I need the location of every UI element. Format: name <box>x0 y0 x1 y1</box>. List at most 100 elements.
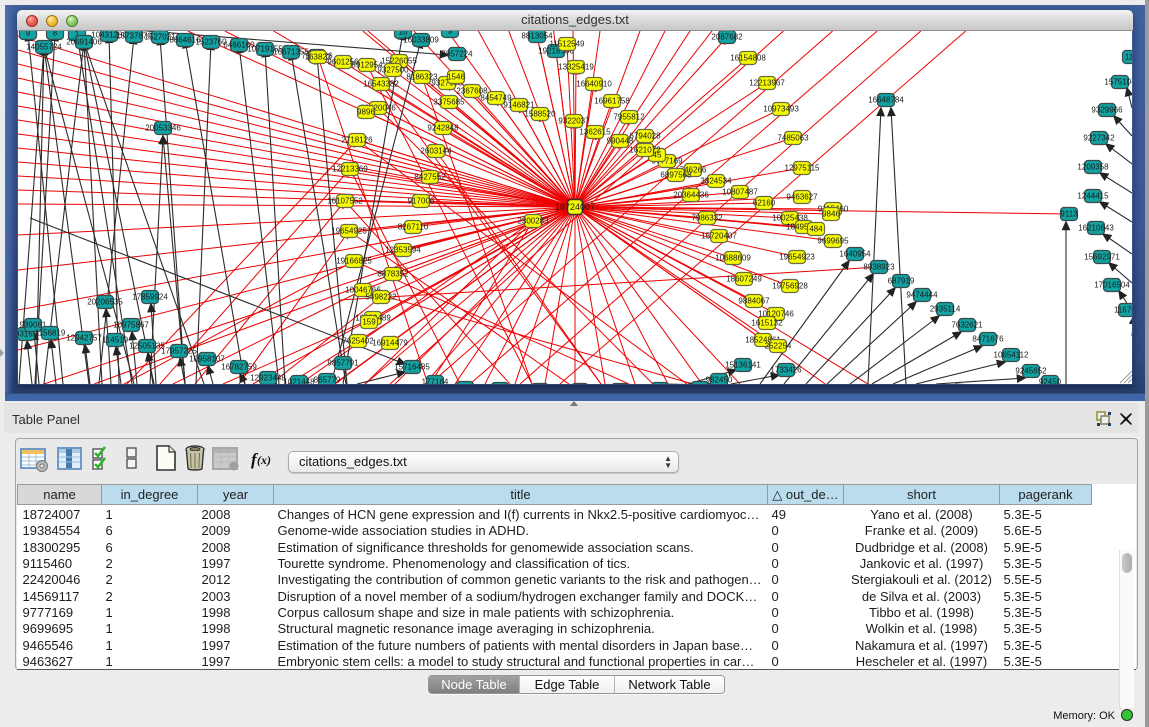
svg-text:2718126: 2718126 <box>341 136 373 145</box>
svg-text:7955812: 7955812 <box>613 113 645 122</box>
svg-text:12505135: 12505135 <box>129 342 165 351</box>
svg-text:8: 8 <box>53 31 58 38</box>
svg-text:111: 111 <box>1125 53 1132 62</box>
svg-text:2935114: 2935114 <box>930 305 961 314</box>
svg-text:15136141: 15136141 <box>725 361 761 370</box>
svg-text:15716485: 15716485 <box>394 363 430 372</box>
svg-text:10973493: 10973493 <box>763 105 799 114</box>
svg-text:9: 9 <box>463 384 468 385</box>
svg-text:9: 9 <box>26 31 31 38</box>
svg-text:114519: 114519 <box>102 336 129 345</box>
svg-text:917006: 917006 <box>408 197 435 206</box>
svg-text:1021448: 1021448 <box>283 378 315 385</box>
svg-text:1615132: 1615132 <box>751 319 783 328</box>
svg-text:6794028: 6794028 <box>629 132 661 141</box>
svg-text:159: 159 <box>362 318 376 327</box>
svg-text:1640954: 1640954 <box>839 250 871 259</box>
svg-text:1733426: 1733426 <box>770 366 802 375</box>
svg-text:8813054: 8813054 <box>521 32 553 41</box>
svg-text:8938923: 8938923 <box>863 263 895 272</box>
svg-text:990448: 990448 <box>607 137 634 146</box>
svg-text:14055724: 14055724 <box>26 43 62 52</box>
svg-text:9329966: 9329966 <box>1091 106 1123 115</box>
svg-text:3824534: 3824534 <box>700 177 732 186</box>
svg-text:1621072: 1621072 <box>629 146 661 155</box>
svg-text:16543382: 16543382 <box>363 80 399 89</box>
svg-text:19654925: 19654925 <box>331 227 367 236</box>
svg-text:62160: 62160 <box>753 199 776 208</box>
svg-text:9245652: 9245652 <box>1015 367 1047 376</box>
svg-text:9857791: 9857791 <box>327 359 359 368</box>
svg-text:9846: 9846 <box>822 210 840 219</box>
svg-text:8878352: 8878352 <box>377 270 409 279</box>
svg-text:1244415: 1244415 <box>1077 192 1109 201</box>
svg-text:1546: 1546 <box>447 73 465 82</box>
svg-text:96: 96 <box>696 384 705 385</box>
svg-text:20691406: 20691406 <box>66 38 102 47</box>
svg-text:20053346: 20053346 <box>145 124 181 133</box>
svg-text:9: 9 <box>448 31 453 36</box>
svg-text:16648784: 16648784 <box>868 96 904 105</box>
svg-text:9146821: 9146821 <box>503 101 535 110</box>
svg-text:3375685: 3375685 <box>433 98 465 107</box>
svg-text:16914479: 16914479 <box>372 339 408 348</box>
svg-text:9242848: 9242848 <box>427 124 459 133</box>
svg-text:9474444: 9474444 <box>906 291 938 300</box>
svg-text:7857224: 7857224 <box>441 50 473 59</box>
svg-text:2603144: 2603144 <box>420 147 452 156</box>
svg-text:16640910: 16640910 <box>576 80 612 89</box>
svg-text:19756928: 19756928 <box>772 282 808 291</box>
svg-text:20206535: 20206535 <box>87 298 123 307</box>
svg-text:7986332: 7986332 <box>691 214 723 223</box>
svg-text:1575107: 1575107 <box>1104 78 1132 87</box>
svg-text:12353594: 12353594 <box>385 246 421 255</box>
svg-text:1156819: 1156819 <box>35 329 66 338</box>
svg-text:15692971: 15692971 <box>1084 253 1120 262</box>
svg-text:9896: 9896 <box>357 108 375 117</box>
svg-text:252254: 252254 <box>765 342 792 351</box>
svg-text:12213369: 12213369 <box>332 165 368 174</box>
svg-text:9322037: 9322037 <box>558 117 590 126</box>
svg-text:9699695: 9699695 <box>817 237 849 246</box>
svg-text:1523760: 1523760 <box>195 38 227 47</box>
svg-text:16154808: 16154808 <box>730 54 766 63</box>
svg-text:865779: 865779 <box>314 376 341 385</box>
svg-text:19166825: 19166825 <box>336 257 372 266</box>
svg-text:7632621: 7632621 <box>951 321 983 330</box>
svg-text:16107552: 16107552 <box>327 197 363 206</box>
svg-text:9327500: 9327500 <box>377 66 409 75</box>
svg-text:7485063: 7485063 <box>777 134 809 143</box>
svg-text:16033809: 16033809 <box>403 36 439 45</box>
svg-text:1209358: 1209358 <box>1077 163 1109 172</box>
svg-text:18607249: 18607249 <box>726 275 762 284</box>
svg-text:16210643: 16210643 <box>1078 224 1114 233</box>
svg-text:10958107: 10958107 <box>189 355 225 364</box>
svg-text:5498222: 5498222 <box>365 293 397 302</box>
svg-text:10654112: 10654112 <box>994 351 1030 360</box>
svg-text:177164: 177164 <box>422 378 449 385</box>
svg-text:1588520: 1588520 <box>524 110 556 119</box>
svg-text:11512549: 11512549 <box>550 40 586 49</box>
svg-text:20364436: 20364436 <box>673 191 709 200</box>
svg-text:10975867: 10975867 <box>113 321 149 330</box>
svg-text:19654923: 19654923 <box>779 253 815 262</box>
svg-text:10688609: 10688609 <box>715 254 751 263</box>
svg-text:13325419: 13325419 <box>558 63 594 72</box>
svg-text:15720407: 15720407 <box>701 232 737 241</box>
svg-text:982450: 982450 <box>706 376 733 385</box>
svg-text:1362615: 1362615 <box>579 128 611 137</box>
svg-text:8427552: 8427552 <box>414 173 446 182</box>
svg-text:484: 484 <box>809 225 823 234</box>
svg-text:16961758: 16961758 <box>594 97 630 106</box>
svg-text:9463627: 9463627 <box>786 193 818 202</box>
svg-text:8267110: 8267110 <box>398 223 429 232</box>
svg-text:12975115: 12975115 <box>785 164 821 173</box>
svg-text:16782759: 16782759 <box>221 363 257 372</box>
svg-text:687919: 687919 <box>888 277 915 286</box>
svg-text:6897568: 6897568 <box>660 171 692 180</box>
svg-text:8471676: 8471676 <box>972 335 1004 344</box>
svg-text:9884067: 9884067 <box>738 297 770 306</box>
svg-text:116753: 116753 <box>1114 306 1132 315</box>
svg-text:9113: 9113 <box>1060 210 1078 219</box>
svg-text:(x): (x) <box>257 453 271 467</box>
